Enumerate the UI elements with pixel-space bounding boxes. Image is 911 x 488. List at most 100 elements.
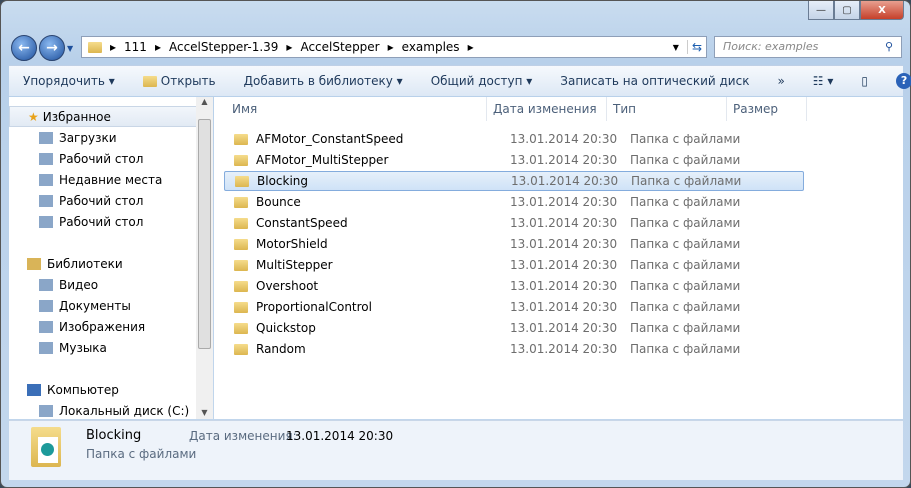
sidebar-item[interactable]: Загрузки	[9, 127, 212, 148]
column-size[interactable]: Размер	[727, 97, 807, 121]
file-type: Папка с файлами	[630, 195, 741, 209]
open-icon	[142, 76, 157, 87]
file-date: 13.01.2014 20:30	[510, 237, 618, 251]
breadcrumb-111[interactable]: 111	[124, 40, 147, 54]
sidebar-item[interactable]: Видео	[9, 274, 212, 295]
sidebar-item-label: Рабочий стол	[59, 151, 144, 166]
star-icon: ★	[28, 109, 39, 124]
file-date: 13.01.2014 20:30	[510, 300, 618, 314]
file-row[interactable]: MultiStepper 13.01.2014 20:30 Папка с файл…	[224, 255, 804, 275]
folder-icon	[234, 238, 248, 250]
sidebar-item-label: Локальный диск (C:)	[59, 403, 190, 418]
music-icon	[39, 341, 53, 354]
sidebar-item[interactable]: Рабочий стол	[9, 190, 212, 211]
file-date: 13.01.2014 20:30	[510, 195, 618, 209]
sidebar-item-label: Видео	[59, 277, 99, 292]
sidebar-item[interactable]: Рабочий стол	[9, 148, 212, 169]
help-button[interactable]: ?	[882, 73, 911, 89]
file-date: 13.01.2014 20:30	[510, 216, 618, 230]
sidebar-libraries[interactable]: Библиотеки	[9, 253, 212, 274]
video-icon	[39, 278, 53, 291]
breadcrumb-accelstepper-1-39[interactable]: AccelStepper-1.39	[169, 40, 278, 54]
forward-button[interactable]: →	[39, 35, 65, 61]
breadcrumb-examples[interactable]: examples	[402, 40, 460, 54]
column-name[interactable]: Имя	[214, 97, 487, 121]
address-dropdown[interactable]: ▼	[673, 43, 679, 52]
file-date: 13.01.2014 20:30	[510, 132, 618, 146]
sidebar-item[interactable]: Недавние места	[9, 169, 212, 190]
sidebar-item-label: Рабочий стол	[59, 193, 144, 208]
file-row[interactable]: ProportionalControl 13.01.2014 20:30 Папка…	[224, 297, 804, 317]
breadcrumb-accelstepper[interactable]: AccelStepper	[300, 40, 379, 54]
file-row[interactable]: Overshoot 13.01.2014 20:30 Папка с файлами	[224, 276, 804, 296]
file-type: Папка с файлами	[630, 153, 741, 167]
file-name: ProportionalControl	[256, 300, 372, 314]
column-type[interactable]: Тип	[607, 97, 727, 121]
burn-button[interactable]: Записать на оптический диск	[546, 74, 763, 88]
sidebar-item-label: Документы	[59, 298, 131, 313]
address-bar[interactable]: ▸ 111 ▸ AccelStepper-1.39 ▸ AccelStepper ▸ e…	[81, 36, 707, 58]
recent-places-icon	[39, 173, 53, 186]
folder-icon	[234, 259, 248, 271]
folder-icon	[234, 343, 248, 355]
folder-icon	[234, 301, 248, 313]
file-row[interactable]: Quickstop 13.01.2014 20:30 Папка с файлами	[224, 318, 804, 338]
file-row[interactable]: MotorShield 13.01.2014 20:30 Папка с файла…	[224, 234, 804, 254]
maximize-button[interactable]: ▢	[834, 1, 860, 20]
details-date-label: Дата изменения:	[189, 429, 297, 443]
file-row[interactable]: Blocking 13.01.2014 20:30 Папка с файлами	[224, 171, 804, 191]
search-input[interactable]: Поиск: examples ⚲	[714, 36, 902, 58]
file-row[interactable]: AFMotor_ConstantSpeed 13.01.2014 20:30 Пап…	[224, 129, 804, 149]
back-button[interactable]: ←	[11, 35, 37, 61]
library-icon	[27, 257, 41, 270]
file-type: Папка с файлами	[630, 258, 741, 272]
desktop-icon	[39, 194, 53, 207]
file-type: Папка с файлами	[630, 279, 741, 293]
sidebar-item[interactable]: Локальный диск (C:)	[9, 400, 212, 419]
minimize-button[interactable]: —	[808, 1, 834, 20]
file-name: Blocking	[257, 174, 309, 188]
file-row[interactable]: AFMotor_MultiStepper 13.01.2014 20:30 Папк…	[224, 150, 804, 170]
sidebar-item[interactable]: Изображения	[9, 316, 212, 337]
organize-button[interactable]: Упорядочить ▾	[9, 74, 129, 88]
refresh-button[interactable]: ⇆	[686, 40, 702, 54]
pictures-icon	[39, 320, 53, 333]
sidebar-computer[interactable]: Компьютер	[9, 379, 212, 400]
explorer-window: — ▢ X ← → ▼ ▸ 111 ▸ AccelStepper-1.39 ▸ Acc…	[0, 0, 911, 488]
file-name: ConstantSpeed	[256, 216, 348, 230]
navigation-pane: ★ Избранное Загрузки Рабочий стол Недавние …	[9, 97, 213, 419]
scrollbar-thumb[interactable]	[198, 119, 211, 349]
documents-icon	[39, 299, 53, 312]
desktop-icon	[39, 152, 53, 165]
file-date: 13.01.2014 20:30	[510, 279, 618, 293]
sidebar-item[interactable]: Музыка	[9, 337, 212, 358]
open-button[interactable]: Открыть	[129, 74, 230, 88]
folder-icon	[234, 217, 248, 229]
column-date[interactable]: Дата изменения	[487, 97, 607, 121]
sidebar-favorites[interactable]: ★ Избранное	[9, 106, 212, 127]
details-type: Папка с файлами	[86, 447, 197, 461]
recent-pages-dropdown[interactable]: ▼	[67, 44, 73, 53]
sidebar-item[interactable]: Документы	[9, 295, 212, 316]
close-button[interactable]: X	[860, 1, 904, 20]
share-button[interactable]: Общий доступ ▾	[417, 74, 547, 88]
file-type: Папка с файлами	[631, 174, 742, 188]
add-to-library-button[interactable]: Добавить в библиотеку ▾	[230, 74, 417, 88]
file-date: 13.01.2014 20:30	[510, 153, 618, 167]
file-type: Папка с файлами	[630, 342, 741, 356]
views-button[interactable]: ☷ ▾	[799, 74, 848, 88]
sidebar-scrollbar[interactable]: ▲ ▼	[196, 97, 213, 419]
preview-pane-button[interactable]: ▯	[847, 74, 882, 88]
file-row[interactable]: Random 13.01.2014 20:30 Папка с файлами	[224, 339, 804, 359]
search-icon[interactable]: ⚲	[885, 40, 893, 53]
sidebar-item[interactable]: Рабочий стол	[9, 211, 212, 232]
file-name: Overshoot	[256, 279, 319, 293]
folder-icon	[235, 175, 249, 187]
more-button[interactable]: »	[763, 74, 798, 88]
file-row[interactable]: ConstantSpeed 13.01.2014 20:30 Папка с фай…	[224, 213, 804, 233]
folder-icon	[88, 41, 102, 53]
file-name: AFMotor_MultiStepper	[256, 153, 389, 167]
file-name: Quickstop	[256, 321, 316, 335]
file-date: 13.01.2014 20:30	[510, 342, 618, 356]
file-row[interactable]: Bounce 13.01.2014 20:30 Папка с файлами	[224, 192, 804, 212]
